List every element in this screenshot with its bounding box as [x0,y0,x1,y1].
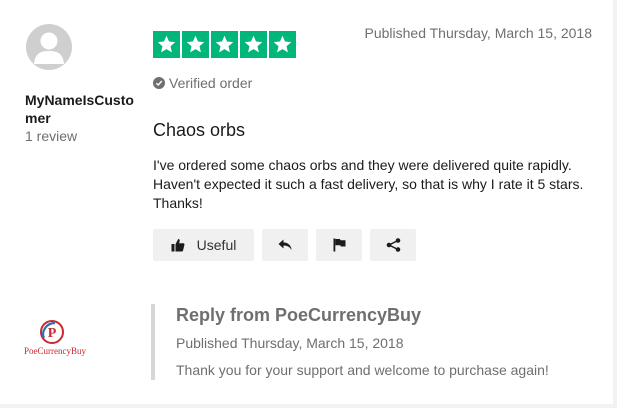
reply-text: Thank you for your support and welcome t… [176,362,549,378]
reviewer-name[interactable]: MyNameIsCustomer [25,91,141,127]
reply-title: Reply from PoeCurrencyBuy [176,305,422,325]
user-avatar[interactable] [26,24,72,70]
star-icon [153,31,180,58]
useful-label: Useful [196,237,237,253]
reviewer-review-count: 1 review [25,128,78,144]
star-rating [153,31,296,58]
company-logo-text: PoeCurrencyBuy [24,346,86,356]
star-icon [240,31,267,58]
svg-text:P: P [48,326,57,341]
reply-published-date: Published Thursday, March 15, 2018 [176,335,404,351]
star-icon [211,31,238,58]
share-icon [386,238,400,252]
review-actions: Useful [153,229,416,261]
star-icon [269,31,296,58]
useful-button[interactable]: Useful [153,229,254,261]
verified-label: Verified order [169,75,253,91]
review-card: MyNameIsCustomer 1 review Published Thur… [0,0,613,404]
company-reply: Reply from PoeCurrencyBuy Published Thur… [151,304,601,380]
review-body: I've ordered some chaos orbs and they we… [153,157,584,211]
checkmark-icon [153,77,165,89]
review-title[interactable]: Chaos orbs [153,120,245,141]
share-button[interactable] [370,229,416,261]
user-silhouette-icon [34,32,64,64]
star-icon [182,31,209,58]
verified-order-badge: Verified order [153,75,252,91]
poecurrencybuy-logo-mark: P [40,320,64,344]
flag-icon [333,238,345,252]
reply-arrow-icon [278,239,292,250]
review-published-date: Published Thursday, March 15, 2018 [364,25,592,41]
flag-button[interactable] [316,229,362,261]
reply-button[interactable] [262,229,308,261]
thumbs-up-icon [171,239,185,252]
company-logo: P PoeCurrencyBuy [24,318,90,362]
